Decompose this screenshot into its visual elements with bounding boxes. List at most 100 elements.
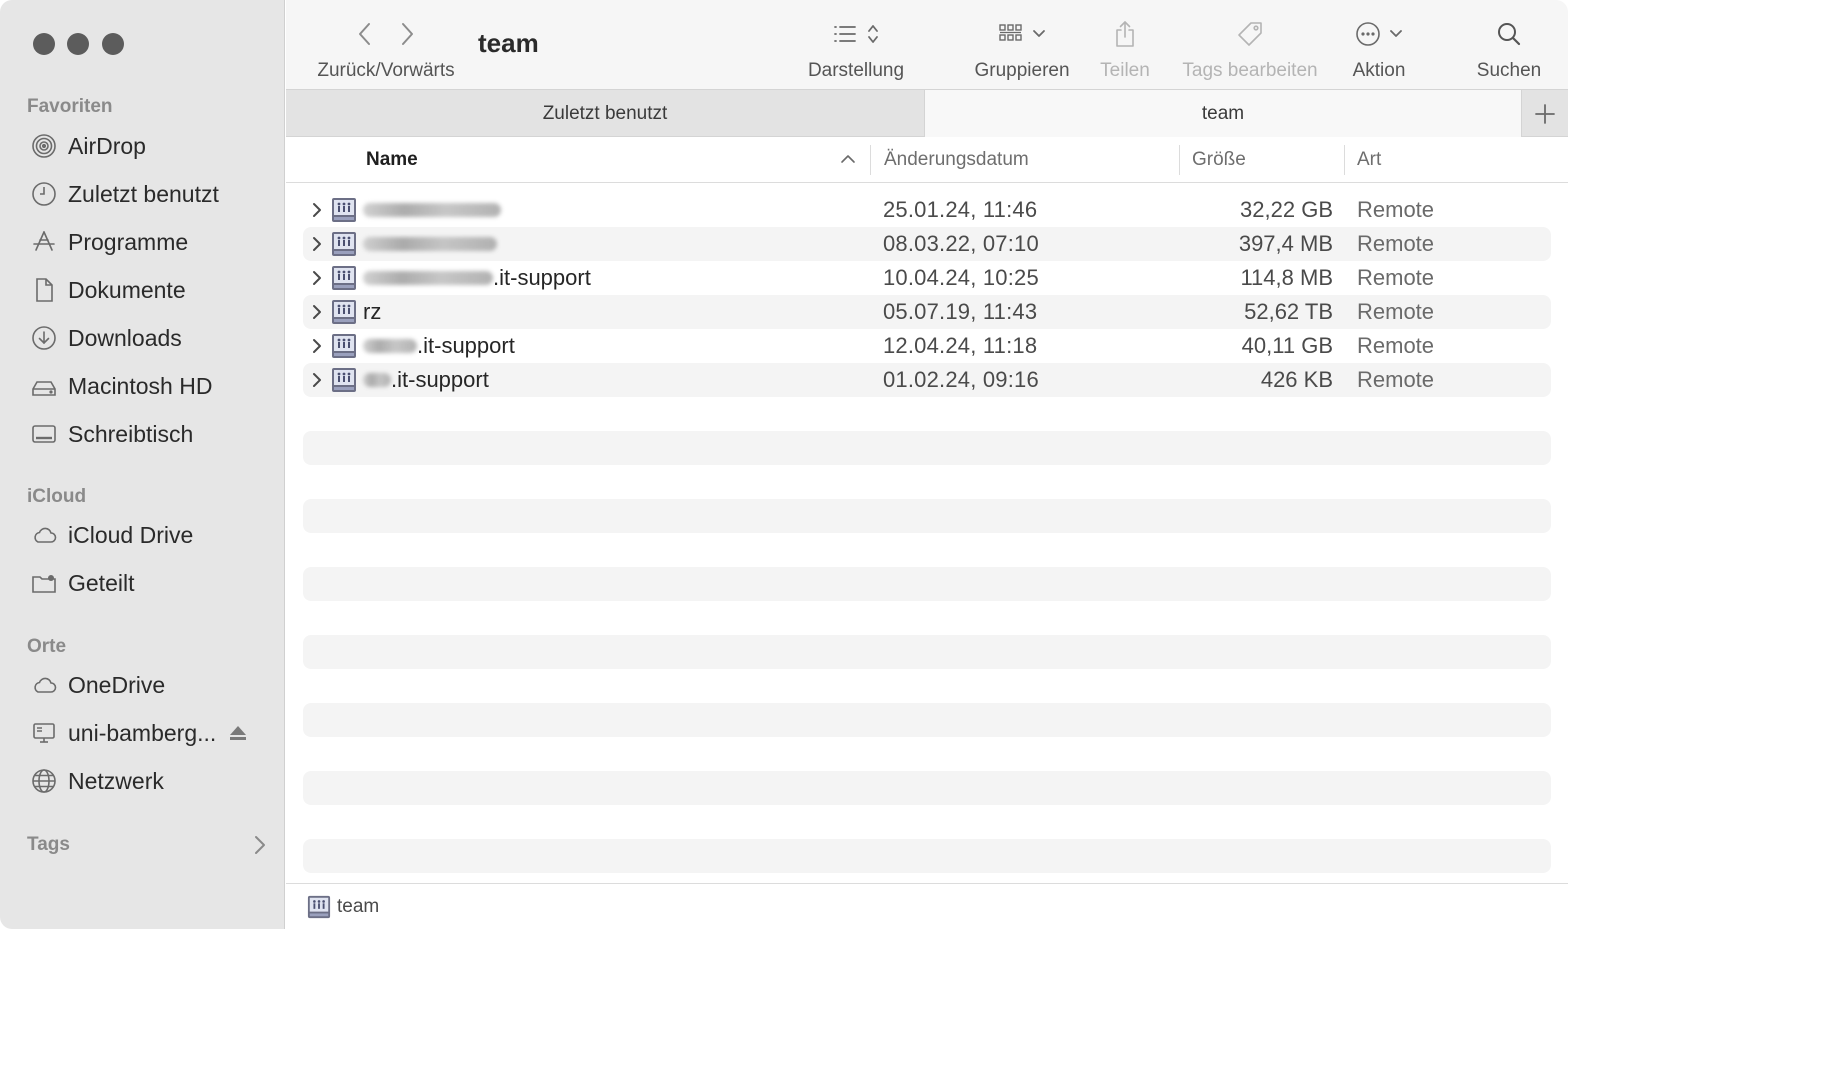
new-tab-button[interactable] — [1522, 90, 1568, 137]
table-row[interactable]: .it-support 01.02.24, 09:16 426 KB Remot… — [303, 363, 1551, 397]
disclosure-chevron-icon[interactable] — [309, 268, 325, 288]
tab-recents[interactable]: Zuletzt benutzt — [286, 90, 924, 137]
minimize-window-button[interactable] — [67, 33, 89, 55]
plus-icon — [1535, 103, 1555, 124]
row-kind: Remote — [1357, 299, 1435, 324]
sidebar-item-label: Schreibtisch — [68, 420, 194, 447]
row-date: 10.04.24, 10:25 — [883, 265, 1039, 290]
sidebar-item-documents[interactable]: Dokumente — [24, 270, 269, 310]
empty-row-stripe — [303, 499, 1551, 533]
row-name: .it-support — [363, 363, 489, 397]
window-title: team — [478, 28, 539, 58]
row-size: 397,4 MB — [1238, 231, 1333, 256]
harddrive-icon — [24, 366, 64, 406]
column-kind[interactable]: Art — [1357, 137, 1381, 182]
empty-row-stripe — [303, 431, 1551, 465]
sidebar-item-downloads[interactable]: Downloads — [24, 318, 269, 358]
edit-tags-button[interactable]: Tags bearbeiten — [1176, 14, 1324, 82]
action-button[interactable]: Aktion — [1346, 14, 1412, 82]
table-row[interactable]: .it-support 10.04.24, 10:25 114,8 MB Rem… — [303, 261, 1551, 295]
path-bar: team — [286, 883, 1568, 929]
tab-team[interactable]: team — [924, 90, 1522, 137]
sidebar-item-label: Zuletzt benutzt — [68, 180, 219, 207]
redacted-name — [363, 373, 391, 387]
network-volume-icon — [332, 368, 356, 392]
sort-ascending-icon[interactable] — [840, 153, 856, 165]
table-row[interactable]: 08.03.22, 07:10 397,4 MB Remote — [303, 227, 1551, 261]
disclosure-chevron-icon[interactable] — [309, 336, 325, 356]
row-date: 05.07.19, 11:43 — [883, 299, 1038, 324]
row-size: 52,62 TB — [1244, 299, 1333, 324]
chevron-down-icon — [1390, 30, 1402, 37]
sidebar-item-label: uni-bamberg... — [68, 719, 217, 746]
sidebar-item-label: Programme — [68, 228, 189, 255]
view-button[interactable]: Darstellung — [804, 14, 908, 82]
search-label: Suchen — [1476, 60, 1542, 81]
disclosure-chevron-icon[interactable] — [309, 302, 325, 322]
share-button[interactable]: Teilen — [1094, 14, 1156, 82]
sidebar-item-shared[interactable]: Geteilt — [24, 563, 269, 603]
sidebar-item-onedrive[interactable]: OneDrive — [24, 665, 269, 705]
eject-icon[interactable] — [228, 723, 248, 743]
list-view-icon — [834, 26, 856, 42]
apps-icon — [24, 222, 64, 262]
sidebar-item-macintosh-hd[interactable]: Macintosh HD — [24, 366, 269, 406]
download-icon — [24, 318, 64, 358]
path-bar-item[interactable]: team — [337, 896, 379, 918]
row-name — [363, 193, 501, 227]
table-row[interactable]: rz 05.07.19, 11:43 52,62 TB Remote — [303, 295, 1551, 329]
sidebar-item-network[interactable]: Netzwerk — [24, 761, 269, 801]
view-label: Darstellung — [807, 60, 905, 81]
row-name: rz — [363, 299, 382, 324]
table-row[interactable]: 25.01.24, 11:46 32,22 GB Remote — [303, 193, 1551, 227]
back-forward-button[interactable]: Zurück/Vorwärts — [311, 14, 461, 82]
table-row[interactable]: .it-support 12.04.24, 11:18 40,11 GB Rem… — [303, 329, 1551, 363]
chevron-left-icon[interactable] — [357, 21, 373, 47]
sidebar-item-desktop[interactable]: Schreibtisch — [24, 414, 269, 454]
chevron-right-icon[interactable] — [399, 21, 415, 47]
sidebar-item-airdrop[interactable]: AirDrop — [24, 126, 269, 166]
redacted-name — [363, 271, 493, 285]
sidebar-item-label: Dokumente — [68, 276, 186, 303]
tag-icon — [1238, 22, 1262, 46]
group-button[interactable]: Gruppieren — [970, 14, 1074, 82]
row-size: 114,8 MB — [1240, 265, 1333, 290]
column-name[interactable]: Name — [366, 137, 418, 182]
disclosure-chevron-icon[interactable] — [309, 234, 325, 254]
column-separator[interactable] — [1179, 145, 1180, 175]
sidebar-item-applications[interactable]: Programme — [24, 222, 269, 262]
network-volume-icon — [332, 198, 356, 222]
search-icon — [1498, 23, 1521, 46]
row-size: 40,11 GB — [1241, 333, 1333, 358]
disclosure-chevron-icon[interactable] — [309, 370, 325, 390]
sidebar-item-recents[interactable]: Zuletzt benutzt — [24, 174, 269, 214]
sidebar-section-icloud: iCloud — [27, 486, 87, 507]
desktop-icon — [24, 414, 64, 454]
file-list: 25.01.24, 11:46 32,22 GB Remote 08.03.22… — [286, 183, 1568, 883]
column-date[interactable]: Änderungsdatum — [884, 137, 1029, 182]
sidebar-item-label: Netzwerk — [68, 767, 164, 794]
disclosure-chevron-icon[interactable] — [309, 200, 325, 220]
sidebar-item-icloud-drive[interactable]: iCloud Drive — [24, 515, 269, 555]
tab-bar: Zuletzt benutzt team — [286, 89, 1568, 137]
network-volume-icon — [332, 334, 356, 358]
ellipsis-circle-icon — [1356, 22, 1380, 46]
row-kind: Remote — [1357, 197, 1435, 222]
sidebar-section-favorites: Favoriten — [27, 96, 113, 117]
close-window-button[interactable] — [33, 33, 55, 55]
sidebar-item-label: Geteilt — [68, 569, 135, 596]
row-name: .it-support — [363, 329, 515, 363]
empty-row-stripe — [303, 567, 1551, 601]
share-label: Teilen — [1100, 60, 1150, 81]
row-size: 426 KB — [1260, 367, 1333, 392]
sidebar-section-tags[interactable]: Tags — [27, 832, 267, 858]
sidebar-section-places: Orte — [27, 636, 67, 657]
zoom-window-button[interactable] — [102, 33, 124, 55]
column-separator[interactable] — [870, 145, 871, 175]
share-icon — [1116, 21, 1134, 47]
back-forward-label: Zurück/Vorwärts — [317, 60, 455, 81]
sidebar-item-label: AirDrop — [68, 132, 146, 159]
search-button[interactable]: Suchen — [1474, 14, 1544, 82]
column-separator[interactable] — [1344, 145, 1345, 175]
column-size[interactable]: Größe — [1192, 137, 1246, 182]
